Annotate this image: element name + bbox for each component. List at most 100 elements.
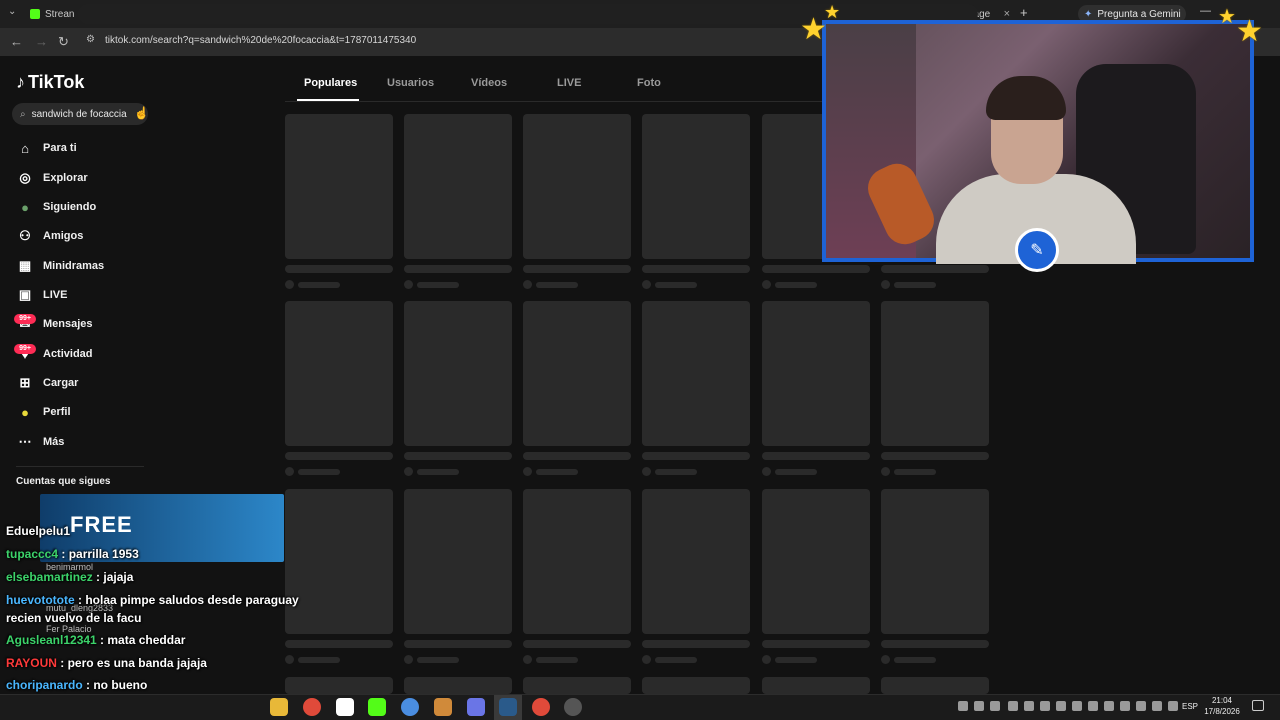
reload-icon[interactable]: ↻ <box>58 34 69 50</box>
url-text[interactable]: tiktok.com/search?q=sandwich%20de%20foca… <box>105 35 416 46</box>
site-info-icon[interactable]: ⚙ <box>86 34 95 45</box>
video-card-placeholder[interactable] <box>642 114 750 259</box>
sidebar-item-label: Más <box>43 436 65 448</box>
forward-icon[interactable]: → <box>35 34 48 49</box>
video-card-placeholder[interactable] <box>762 677 870 694</box>
video-card-placeholder[interactable] <box>285 114 393 259</box>
minimize-icon[interactable]: — <box>1200 5 1211 17</box>
tray-icon[interactable] <box>1120 701 1130 711</box>
sidebar-item-para-ti[interactable]: ⌂ Para ti <box>16 138 77 158</box>
tray-icon[interactable] <box>1152 701 1162 711</box>
tray-icon[interactable] <box>1088 701 1098 711</box>
webcam-overlay <box>822 20 1254 264</box>
author-avatar-placeholder <box>404 655 413 664</box>
tab-live[interactable]: LIVE <box>557 77 581 89</box>
caption-placeholder <box>523 640 631 648</box>
sidebar-item-perfil[interactable]: ● Perfil <box>16 402 70 422</box>
discord-icon[interactable] <box>467 698 485 716</box>
system-clock[interactable]: 21:04 17/8/2026 <box>1200 695 1244 717</box>
video-card-placeholder[interactable] <box>404 114 512 259</box>
video-card-placeholder[interactable] <box>285 489 393 634</box>
tray-icon[interactable] <box>958 701 968 711</box>
author-avatar-placeholder <box>881 280 890 289</box>
sidebar-item-minidramas[interactable]: ▦ Minidramas <box>16 256 104 276</box>
author-avatar-placeholder <box>642 655 651 664</box>
caption-placeholder <box>881 640 989 648</box>
obs-icon[interactable] <box>564 698 582 716</box>
tray-icon[interactable] <box>1056 701 1066 711</box>
video-card-placeholder[interactable] <box>881 677 989 694</box>
author-avatar-placeholder <box>881 655 890 664</box>
chrome-icon[interactable] <box>401 698 419 716</box>
video-card-placeholder[interactable] <box>523 489 631 634</box>
tray-icon[interactable] <box>1008 701 1018 711</box>
video-card-placeholder[interactable] <box>404 677 512 694</box>
video-card-placeholder[interactable] <box>762 301 870 446</box>
tab-populares[interactable]: Populares <box>304 77 357 89</box>
video-card-placeholder[interactable] <box>642 301 750 446</box>
video-card-placeholder[interactable] <box>881 301 989 446</box>
caption-placeholder <box>404 452 512 460</box>
sidebar-item-explorar[interactable]: ◎ Explorar <box>16 168 87 188</box>
tray-icon[interactable] <box>1168 701 1178 711</box>
video-card-placeholder[interactable] <box>285 301 393 446</box>
author-avatar-placeholder <box>285 467 294 476</box>
tab-list-menu-icon[interactable]: ⌄ <box>8 6 16 17</box>
video-card-placeholder[interactable] <box>642 489 750 634</box>
game-icon[interactable] <box>434 698 452 716</box>
chat-text: : pero es una banda jajaja <box>56 656 207 670</box>
caption-placeholder <box>762 265 870 273</box>
chrome-icon[interactable] <box>303 698 321 716</box>
video-card-placeholder[interactable] <box>404 301 512 446</box>
sidebar-item-label: Mensajes <box>43 318 93 330</box>
video-card-placeholder[interactable] <box>881 489 989 634</box>
tab-foto[interactable]: Foto <box>637 77 661 89</box>
video-card-placeholder[interactable] <box>642 677 750 694</box>
back-icon[interactable]: ← <box>10 34 23 49</box>
chat-message: Agusleanl12341 : mata cheddar <box>6 633 185 647</box>
search-input[interactable]: ⌕ sandwich de focaccia <box>12 103 148 125</box>
tray-icon[interactable] <box>974 701 984 711</box>
new-tab-button[interactable]: + <box>1020 5 1028 20</box>
video-card-placeholder[interactable] <box>285 677 393 694</box>
sidebar-item-live[interactable]: ▣ LIVE <box>16 285 68 305</box>
tab-usuarios[interactable]: Usuarios <box>387 77 434 89</box>
language-indicator[interactable]: ESP <box>1182 702 1198 711</box>
steam-icon[interactable] <box>499 698 517 716</box>
tab-close-icon[interactable]: × <box>1004 8 1010 20</box>
file-explorer-icon[interactable] <box>270 698 288 716</box>
app-icon[interactable] <box>336 698 354 716</box>
tab-label: Strean <box>45 8 75 20</box>
author-name-placeholder <box>536 469 578 475</box>
upload-icon: ⊞ <box>19 375 31 390</box>
search-value: sandwich de focaccia <box>31 108 127 120</box>
compass-icon: ◎ <box>19 170 31 185</box>
chat-message: Eduelpelu1 <box>6 524 70 538</box>
video-card-placeholder[interactable] <box>404 489 512 634</box>
tray-icon[interactable] <box>1104 701 1114 711</box>
caption-placeholder <box>285 640 393 648</box>
sidebar-item-siguiendo[interactable]: ● Siguiendo <box>16 197 96 217</box>
profile-icon: ● <box>21 404 29 420</box>
chat-username: tupaccc4 <box>6 547 59 561</box>
tray-icon[interactable] <box>1040 701 1050 711</box>
kick-icon[interactable] <box>368 698 386 716</box>
sidebar-item-label: Para ti <box>43 142 77 154</box>
tray-icon[interactable] <box>1024 701 1034 711</box>
tab-vdeos[interactable]: Vídeos <box>471 77 507 89</box>
tray-icon[interactable] <box>1136 701 1146 711</box>
video-card-placeholder[interactable] <box>523 301 631 446</box>
sidebar-item-más[interactable]: ⋯ Más <box>16 432 65 452</box>
video-card-placeholder[interactable] <box>762 489 870 634</box>
sidebar-item-amigos[interactable]: ⚇ Amigos <box>16 226 83 246</box>
author-avatar-placeholder <box>642 467 651 476</box>
notifications-icon[interactable] <box>1252 700 1264 711</box>
chrome-icon[interactable] <box>532 698 550 716</box>
chat-text: : parrilla 1953 <box>58 547 139 561</box>
video-card-placeholder[interactable] <box>523 677 631 694</box>
video-card-placeholder[interactable] <box>523 114 631 259</box>
tiktok-logo[interactable]: ♪ TikTok <box>16 72 84 93</box>
tray-icon[interactable] <box>990 701 1000 711</box>
tray-icon[interactable] <box>1072 701 1082 711</box>
sidebar-item-cargar[interactable]: ⊞ Cargar <box>16 373 79 393</box>
